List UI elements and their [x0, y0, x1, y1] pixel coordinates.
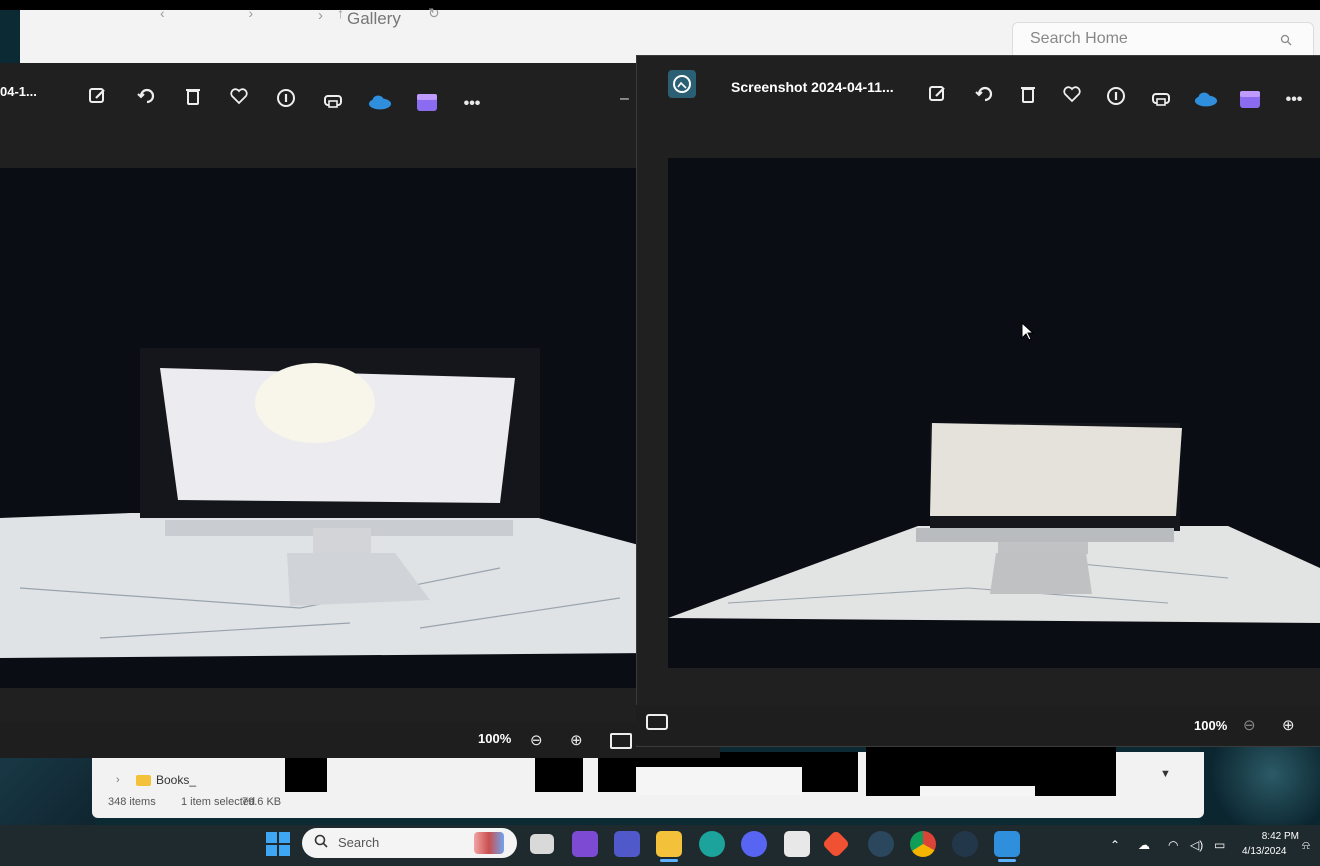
- store-icon[interactable]: [784, 831, 810, 857]
- thumbnail-monitor: [920, 786, 1035, 796]
- status-size: 79.6 KB: [242, 796, 282, 808]
- photo-monitor-render: [0, 348, 650, 658]
- zoom-out-icon[interactable]: ⊖: [1243, 716, 1256, 734]
- favorite-icon[interactable]: [227, 84, 251, 108]
- task-view-icon[interactable]: [530, 834, 554, 854]
- explorer-search-placeholder: Search Home: [1030, 30, 1128, 47]
- search-icon: [314, 834, 328, 848]
- search-icon: [1280, 34, 1292, 46]
- info-icon[interactable]: [274, 86, 298, 110]
- zoom-level: 100%: [478, 731, 512, 746]
- zoom-out-icon[interactable]: ⊖: [530, 731, 543, 749]
- breadcrumb-chevron-icon: ›: [318, 7, 323, 24]
- filmstrip-icon[interactable]: [646, 714, 668, 730]
- folder-icon: [136, 775, 151, 786]
- active-indicator: [660, 859, 678, 862]
- gallery-thumbnail[interactable]: [285, 752, 327, 792]
- file-explorer-icon[interactable]: [656, 831, 682, 857]
- notification-bell-icon[interactable]: ⍾: [1302, 838, 1310, 853]
- delete-icon[interactable]: [1016, 82, 1040, 106]
- steam-icon[interactable]: [868, 831, 894, 857]
- status-item-count: 348 items: [108, 796, 156, 808]
- photo-monitor-render: [668, 423, 1320, 623]
- zoom-in-icon[interactable]: ⊕: [570, 731, 583, 749]
- rotate-icon[interactable]: [972, 82, 996, 106]
- mouse-cursor: [1021, 321, 1035, 347]
- image-canvas: [668, 158, 1320, 668]
- windows-start-icon[interactable]: [265, 831, 291, 857]
- thumbnail-monitor: [636, 767, 802, 795]
- onedrive-icon[interactable]: [368, 90, 392, 114]
- info-icon[interactable]: [1104, 84, 1128, 108]
- sidebar-item-books[interactable]: Books_: [156, 773, 196, 787]
- delete-icon[interactable]: [181, 84, 205, 108]
- chevron-right-icon[interactable]: ›: [116, 774, 120, 786]
- clipchamp-icon[interactable]: [415, 90, 439, 114]
- volume-icon[interactable]: ◁): [1190, 838, 1203, 852]
- photos-app-icon: [668, 70, 696, 98]
- cloud-icon[interactable]: ☁: [1138, 838, 1150, 852]
- search-highlight-icon[interactable]: [474, 832, 504, 854]
- breadcrumb[interactable]: Gallery: [347, 9, 401, 29]
- steam-vr-icon[interactable]: [952, 831, 978, 857]
- more-icon[interactable]: •••: [460, 92, 484, 116]
- print-icon[interactable]: [321, 88, 345, 112]
- visual-studio-icon[interactable]: [572, 831, 598, 857]
- wifi-icon[interactable]: ◠: [1168, 838, 1178, 852]
- window-title: 04-1...: [0, 84, 37, 99]
- fit-icon[interactable]: [610, 733, 632, 749]
- clock-date[interactable]: 4/13/2024: [1242, 846, 1287, 857]
- onedrive-icon[interactable]: [1194, 87, 1218, 111]
- print-icon[interactable]: [1149, 86, 1173, 110]
- edge-icon[interactable]: [699, 831, 725, 857]
- teams-icon[interactable]: [614, 831, 640, 857]
- battery-icon[interactable]: ▭: [1214, 838, 1225, 852]
- chevron-down-icon[interactable]: ▼: [1160, 768, 1171, 780]
- discord-icon[interactable]: [741, 831, 767, 857]
- edit-icon[interactable]: [926, 82, 950, 106]
- minimize-button[interactable]: –: [620, 90, 629, 108]
- image-canvas: [0, 168, 650, 688]
- favorite-icon[interactable]: [1060, 82, 1084, 106]
- chevron-up-icon[interactable]: ⌃: [1110, 838, 1120, 852]
- chrome-icon[interactable]: [910, 831, 936, 857]
- clock-time[interactable]: 8:42 PM: [1255, 831, 1299, 842]
- desktop-wallpaper: [1200, 740, 1320, 825]
- taskbar-search-placeholder: Search: [338, 835, 380, 850]
- zoom-level: 100%: [1194, 718, 1228, 733]
- edit-icon[interactable]: [86, 84, 110, 108]
- gallery-thumbnail[interactable]: [535, 752, 583, 792]
- more-icon[interactable]: •••: [1282, 88, 1306, 112]
- rotate-icon[interactable]: [134, 84, 158, 108]
- window-title: Screenshot 2024-04-11...: [731, 79, 894, 95]
- zoom-in-icon[interactable]: ⊕: [1282, 716, 1295, 734]
- active-indicator: [998, 859, 1016, 862]
- photos-icon[interactable]: [994, 831, 1020, 857]
- clipchamp-icon[interactable]: [1238, 87, 1262, 111]
